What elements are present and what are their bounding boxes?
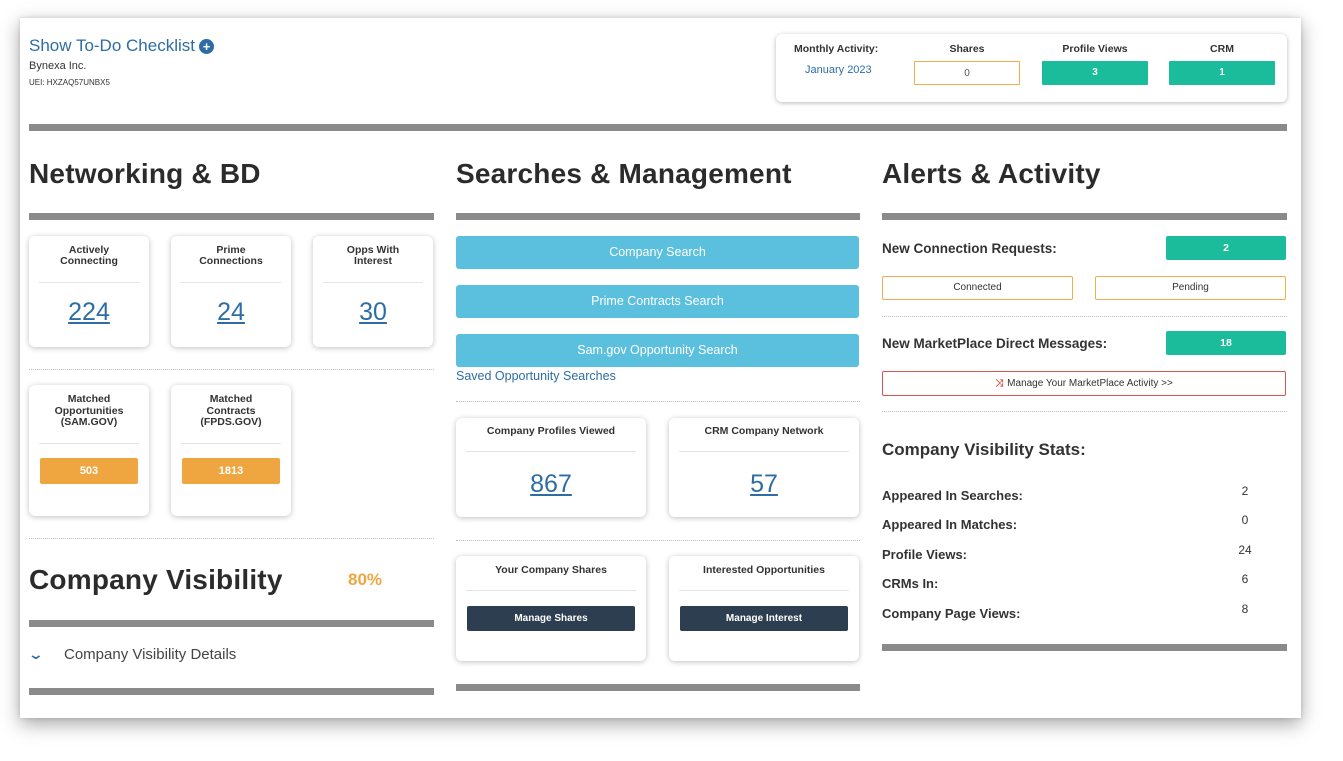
- chevron-down-icon[interactable]: ⌄: [28, 646, 44, 663]
- card-title-line: Connections: [199, 255, 263, 267]
- pending-button[interactable]: Pending: [1095, 276, 1286, 300]
- card-divider: [679, 451, 849, 452]
- matched-contracts-count-button[interactable]: 1813: [182, 458, 280, 484]
- sam-gov-opportunity-search-button[interactable]: Sam.gov Opportunity Search: [456, 334, 859, 367]
- matched-opportunities-card: Matched Opportunities (SAM.GOV) 503: [29, 385, 149, 516]
- company-uei: UEI: HXZAQ57UNBX5: [29, 78, 110, 87]
- monthly-activity-label: Monthly Activity:: [794, 43, 879, 55]
- networking-divider: [29, 213, 434, 220]
- card-title-line: (SAM.GOV): [60, 416, 118, 428]
- interested-opportunities-label: Interested Opportunities: [703, 564, 825, 576]
- card-title-line: Connecting: [60, 255, 118, 267]
- stat-value: 6: [1241, 572, 1249, 586]
- card-title-line: (FPDS.GOV): [200, 416, 262, 428]
- visibility-percent: 80%: [348, 570, 383, 589]
- card-divider: [39, 443, 139, 444]
- manage-marketplace-activity-button[interactable]: ⤨ Manage Your MarketPlace Activity >>: [882, 371, 1286, 396]
- company-visibility-details-toggle[interactable]: Company Visibility Details: [64, 646, 236, 663]
- todo-label[interactable]: Show To-Do Checklist: [29, 36, 195, 56]
- section-dotted-divider: [882, 316, 1287, 317]
- section-dotted-divider: [456, 540, 860, 541]
- crm-header: CRM: [1210, 43, 1234, 55]
- company-name: Bynexa Inc.: [29, 60, 87, 72]
- matched-contracts-card: Matched Contracts (FPDS.GOV) 1813: [171, 385, 291, 516]
- stat-label: Profile Views:: [882, 547, 968, 562]
- crm-network-count-link[interactable]: 57: [669, 470, 859, 499]
- your-company-shares-card: Your Company Shares Manage Shares: [456, 556, 646, 661]
- actively-connecting-count-link[interactable]: 224: [29, 298, 149, 327]
- visibility-bottom-divider: [29, 688, 434, 695]
- company-visibility-title: Company Visibility: [29, 564, 283, 595]
- card-divider: [323, 282, 423, 283]
- company-shares-label: Your Company Shares: [495, 564, 607, 576]
- saved-opportunity-searches-link[interactable]: Saved Opportunity Searches: [456, 369, 616, 383]
- card-title-line: Matched: [209, 393, 253, 405]
- stat-label: Appeared In Matches:: [882, 517, 1018, 532]
- profiles-viewed-label: Company Profiles Viewed: [486, 425, 616, 437]
- header-divider: [29, 124, 1287, 131]
- section-dotted-divider: [456, 401, 860, 402]
- connection-requests-count-badge[interactable]: 2: [1166, 236, 1286, 260]
- company-search-button[interactable]: Company Search: [456, 236, 859, 269]
- manage-shares-button[interactable]: Manage Shares: [467, 606, 635, 631]
- opps-with-interest-card: Opps With Interest 30: [313, 236, 433, 347]
- show-todo-checklist-link[interactable]: Show To-Do Checklist +: [29, 36, 214, 56]
- connected-button[interactable]: Connected: [882, 276, 1073, 300]
- opps-with-interest-count-link[interactable]: 30: [313, 298, 433, 327]
- section-dotted-divider: [29, 538, 434, 539]
- card-divider: [466, 590, 636, 591]
- plus-circle-icon[interactable]: +: [198, 38, 214, 54]
- stat-label: Company Page Views:: [882, 606, 1021, 621]
- shuffle-icon: ⤨: [995, 378, 1004, 389]
- company-profiles-viewed-card: Company Profiles Viewed 867: [456, 418, 646, 517]
- card-divider: [181, 443, 281, 444]
- new-marketplace-messages-label: New MarketPlace Direct Messages:: [882, 336, 1108, 351]
- card-divider: [466, 451, 636, 452]
- profiles-viewed-count-link[interactable]: 867: [456, 470, 646, 499]
- visibility-divider: [29, 620, 434, 627]
- stat-label: Appeared In Searches:: [882, 488, 1023, 503]
- stat-value: 8: [1241, 602, 1249, 616]
- searches-divider: [456, 213, 860, 220]
- new-connection-requests-label: New Connection Requests:: [882, 241, 1057, 256]
- card-divider: [181, 282, 281, 283]
- shares-header: Shares: [949, 43, 985, 55]
- stat-value: 24: [1238, 543, 1252, 557]
- monthly-activity-panel: Monthly Activity: January 2023 Shares Pr…: [776, 34, 1287, 102]
- card-title-line: Matched: [67, 393, 111, 405]
- alerts-bottom-divider: [882, 644, 1287, 651]
- dashboard-panel: Show To-Do Checklist + Bynexa Inc. UEI: …: [20, 18, 1301, 718]
- card-title-line: Interest: [354, 255, 392, 267]
- searches-bottom-divider: [456, 684, 860, 691]
- crm-count-badge[interactable]: 1: [1169, 61, 1275, 85]
- shares-count-badge[interactable]: 0: [914, 61, 1020, 85]
- stat-value: 2: [1241, 484, 1249, 498]
- crm-network-label: CRM Company Network: [704, 425, 824, 437]
- monthly-activity-month[interactable]: January 2023: [805, 64, 872, 76]
- manage-interest-button[interactable]: Manage Interest: [680, 606, 848, 631]
- alerts-divider: [882, 213, 1287, 220]
- card-divider: [679, 590, 849, 591]
- stat-value: 0: [1241, 513, 1249, 527]
- profile-views-header: Profile Views: [1062, 43, 1128, 55]
- profile-views-count-badge[interactable]: 3: [1042, 61, 1148, 85]
- prime-connections-count-link[interactable]: 24: [171, 298, 291, 327]
- interested-opportunities-card: Interested Opportunities Manage Interest: [669, 556, 859, 661]
- card-divider: [39, 282, 139, 283]
- networking-title: Networking & BD: [29, 158, 261, 189]
- prime-connections-card: Prime Connections 24: [171, 236, 291, 347]
- actively-connecting-card: Actively Connecting 224: [29, 236, 149, 347]
- section-dotted-divider: [882, 411, 1287, 412]
- section-dotted-divider: [29, 369, 434, 370]
- company-visibility-stats-title: Company Visibility Stats:: [882, 440, 1086, 459]
- stat-label: CRMs In:: [882, 576, 939, 591]
- alerts-title: Alerts & Activity: [882, 158, 1101, 189]
- prime-contracts-search-button[interactable]: Prime Contracts Search: [456, 285, 859, 318]
- manage-marketplace-label: Manage Your MarketPlace Activity >>: [1007, 378, 1173, 389]
- crm-company-network-card: CRM Company Network 57: [669, 418, 859, 517]
- matched-opportunities-count-button[interactable]: 503: [40, 458, 138, 484]
- searches-title: Searches & Management: [456, 158, 792, 189]
- marketplace-messages-count-badge[interactable]: 18: [1166, 331, 1286, 355]
